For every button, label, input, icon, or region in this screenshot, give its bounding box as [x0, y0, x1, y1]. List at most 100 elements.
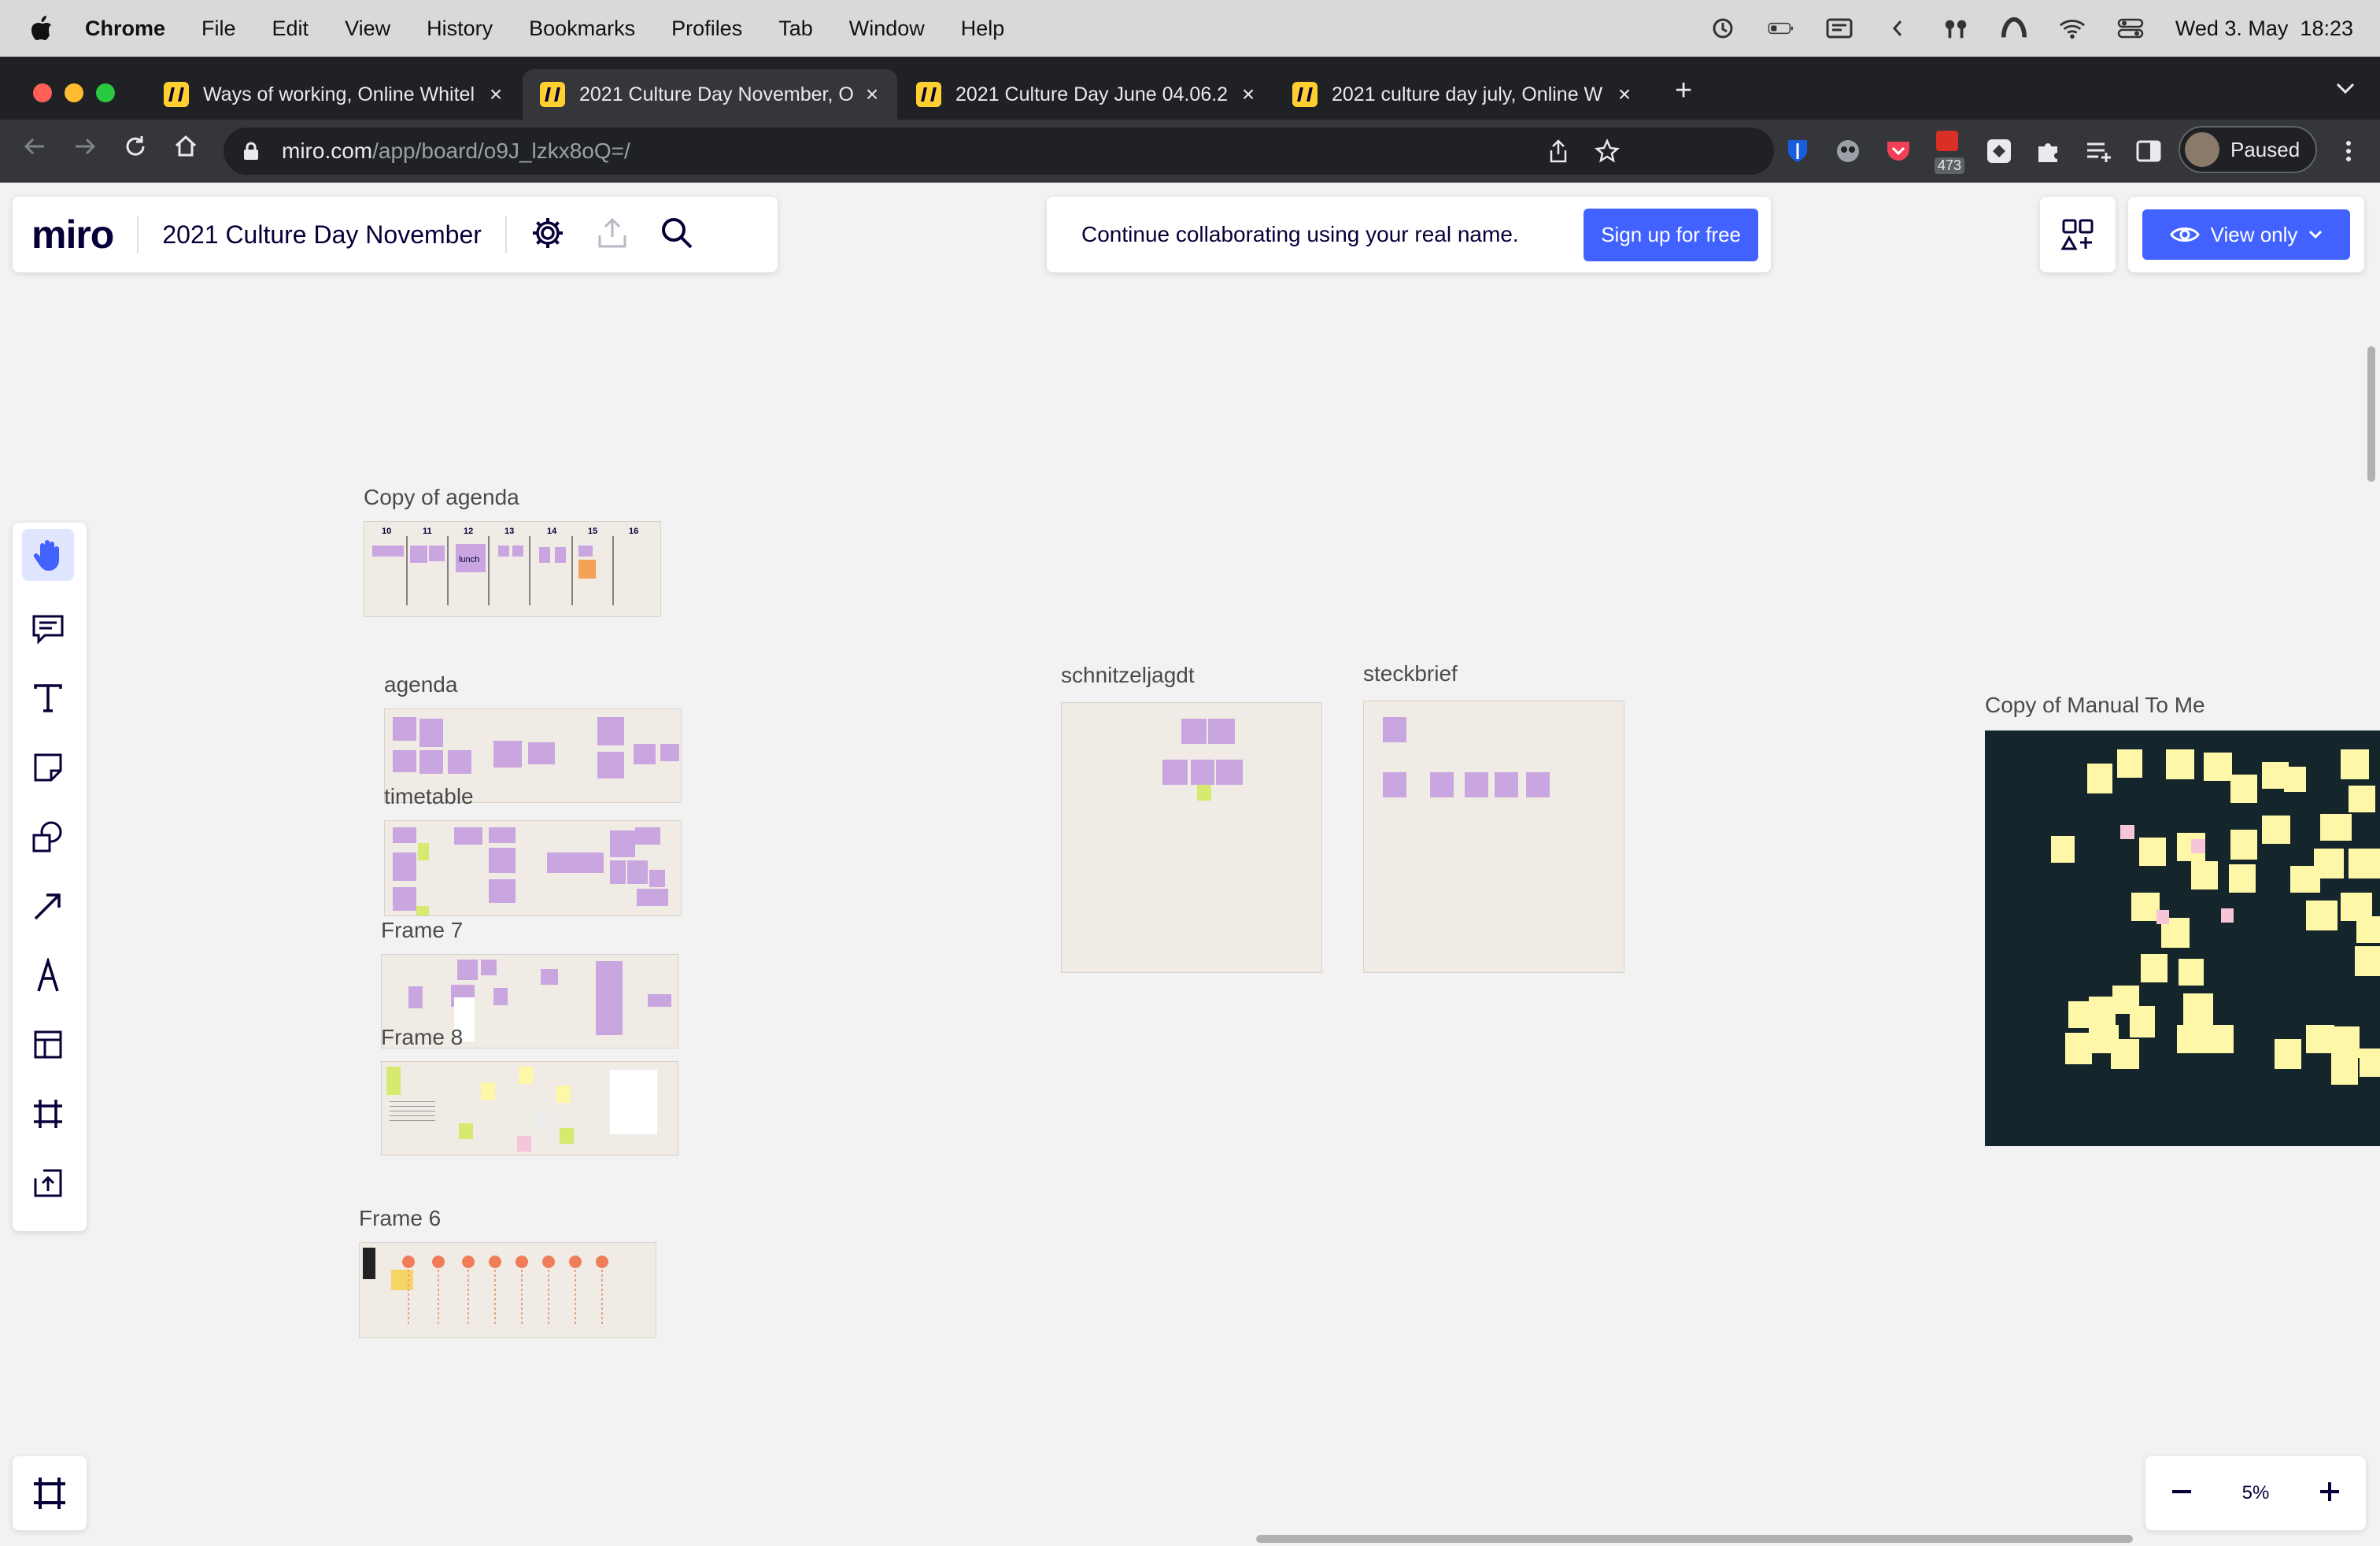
browser-tab[interactable]: Ways of working, Online Whitel × [146, 69, 521, 120]
sticky-note[interactable] [393, 887, 416, 911]
sticky-note[interactable] [533, 1111, 547, 1128]
text-tool-button[interactable] [28, 679, 68, 718]
sticky-note[interactable] [2331, 1058, 2358, 1085]
sticky-note[interactable] [1216, 760, 1243, 785]
zoom-level[interactable]: 5% [2242, 1482, 2270, 1504]
sticky-note[interactable] [393, 750, 416, 772]
menu-history[interactable]: History [427, 17, 493, 41]
extension-icon[interactable] [1985, 137, 2013, 165]
url-text[interactable]: miro.com/app/board/o9J_lzkx8oQ=/ [282, 139, 630, 164]
bitwarden-extension-icon[interactable] [1783, 137, 1812, 165]
sticky-note[interactable] [457, 960, 478, 980]
sticky-note[interactable] [2290, 866, 2320, 893]
chevron-left-icon[interactable] [1884, 17, 1911, 40]
frame-title[interactable]: steckbrief [1363, 661, 1458, 686]
sticky-note[interactable] [2341, 749, 2369, 779]
sticky-note[interactable] [454, 827, 482, 845]
sticky-note[interactable] [393, 827, 416, 843]
profile-button[interactable]: Paused [2179, 126, 2317, 173]
comment-tool-button[interactable] [28, 609, 68, 649]
sticky-note[interactable] [610, 830, 635, 857]
sticky-note[interactable] [2204, 753, 2232, 781]
frame-title[interactable]: timetable [384, 784, 474, 809]
sticky-note[interactable] [2230, 830, 2257, 860]
address-bar[interactable]: miro.com/app/board/o9J_lzkx8oQ=/ [224, 128, 1774, 175]
sticky-note[interactable] [541, 969, 558, 985]
sticky-note-tool-button[interactable] [28, 748, 68, 787]
sticky-note[interactable] [2111, 1039, 2139, 1069]
sticky-note[interactable] [1495, 772, 1518, 797]
sticky-note[interactable] [416, 906, 429, 915]
sticky-note[interactable] [648, 994, 671, 1007]
sticky-note[interactable] [2051, 836, 2075, 863]
sticky-note[interactable] [1383, 772, 1406, 797]
sticky-note[interactable] [2331, 1026, 2360, 1058]
board-title[interactable]: 2021 Culture Day November [162, 220, 482, 250]
sticky-note[interactable] [2349, 849, 2380, 878]
sticky-note[interactable] [528, 742, 555, 764]
pocket-extension-icon[interactable] [1884, 137, 1913, 165]
sticky-note[interactable] [2131, 893, 2160, 921]
frame-timetable[interactable] [384, 820, 682, 916]
minimize-window-button[interactable] [65, 83, 83, 102]
menu-help[interactable]: Help [961, 17, 1005, 41]
sticky-note[interactable] [2355, 946, 2380, 976]
lock-icon[interactable] [242, 142, 260, 161]
shapes-tool-button[interactable] [28, 817, 68, 856]
extension-badge-icon[interactable]: 473 [1933, 129, 1968, 174]
arc-icon[interactable] [2001, 17, 2027, 40]
sticky-note[interactable] [597, 717, 624, 745]
sticky-note[interactable] [2087, 764, 2112, 793]
sticky-note[interactable] [2179, 959, 2204, 986]
tab-search-chevron-icon[interactable] [2334, 80, 2356, 100]
reading-list-icon[interactable] [2084, 137, 2112, 165]
export-upload-icon[interactable] [597, 216, 628, 253]
sticky-note[interactable] [2306, 901, 2338, 930]
close-tab-icon[interactable]: × [486, 82, 505, 107]
frame-schnitzeljagdt[interactable] [1061, 702, 1322, 973]
sticky-note[interactable] [2183, 993, 2213, 1025]
frame-copy-of-agenda[interactable]: 10 11 12 13 14 15 16 lunch [364, 521, 661, 617]
sticky-note[interactable] [2156, 910, 2169, 924]
close-tab-icon[interactable]: × [863, 82, 881, 107]
bookmark-star-icon[interactable] [1595, 138, 1620, 168]
share-icon[interactable] [1547, 139, 1569, 168]
frame-manual-to-me[interactable] [1985, 730, 2380, 1146]
sticky-note[interactable] [2117, 749, 2142, 778]
sticky-note[interactable] [489, 879, 516, 903]
frame-title[interactable]: Copy of Manual To Me [1985, 693, 2205, 718]
home-icon[interactable] [173, 134, 198, 166]
sticky-note[interactable] [519, 1067, 533, 1084]
sticky-note[interactable] [493, 741, 522, 767]
frame-tool-button[interactable] [28, 1094, 68, 1134]
zoom-out-button[interactable] [2169, 1479, 2194, 1508]
sticky-note[interactable] [2177, 1025, 2205, 1053]
sign-up-button[interactable]: Sign up for free [1584, 208, 1758, 261]
frame-title[interactable]: Frame 7 [381, 918, 463, 943]
sticky-note[interactable] [627, 860, 648, 884]
menu-bookmarks[interactable]: Bookmarks [529, 17, 635, 41]
sticky-note[interactable] [2065, 1033, 2092, 1064]
sticky-note[interactable] [408, 986, 423, 1008]
sticky-note[interactable] [448, 750, 471, 774]
sticky-note[interactable] [419, 750, 443, 774]
sticky-note[interactable] [1191, 760, 1214, 785]
sticky-note[interactable] [1197, 785, 1211, 801]
menu-file[interactable]: File [201, 17, 236, 41]
frame-title[interactable]: Frame 6 [359, 1206, 441, 1231]
control-icon[interactable] [1942, 17, 1969, 40]
sticky-note[interactable] [2356, 916, 2380, 943]
sticky-note[interactable] [2262, 816, 2290, 844]
sticky-note[interactable] [2229, 864, 2256, 893]
menu-profiles[interactable]: Profiles [671, 17, 742, 41]
settings-gear-icon[interactable] [530, 216, 565, 254]
sticky-note[interactable] [459, 1123, 473, 1139]
hand-tool-button[interactable] [22, 529, 74, 581]
upload-tool-button[interactable] [28, 1163, 68, 1203]
menu-tab[interactable]: Tab [778, 17, 813, 41]
sticky-note[interactable] [2360, 1049, 2380, 1077]
sticky-note[interactable] [419, 719, 443, 747]
frame-title[interactable]: agenda [384, 672, 457, 697]
frame-steckbrief[interactable] [1363, 701, 1624, 973]
pen-tool-button[interactable] [28, 956, 68, 995]
